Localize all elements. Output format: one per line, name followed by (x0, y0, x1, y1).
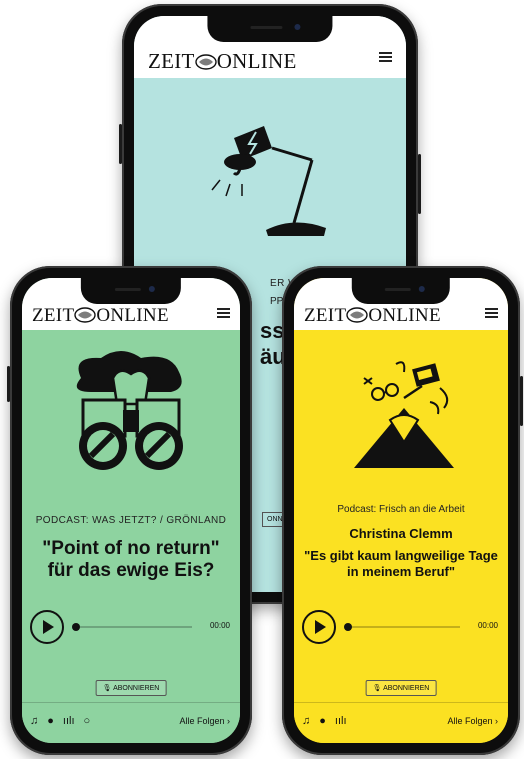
elapsed-time: 00:00 (477, 621, 498, 630)
episode-headline[interactable]: "Es gibt kaum langweilige Tage in meinem… (304, 548, 498, 580)
progress-handle[interactable] (72, 623, 80, 631)
guest-name: Christina Clemm (349, 526, 453, 541)
footer-bar: ♫ ● ıılı Alle Folgen › (294, 702, 508, 743)
spotify-icon[interactable]: ● (47, 715, 54, 727)
spotify-icon[interactable]: ● (319, 715, 326, 727)
desk-items-mountain-illustration (354, 361, 454, 468)
elapsed-time: 00:00 (209, 621, 230, 630)
music-icon[interactable]: ♫ (302, 715, 310, 727)
binoculars-illustration (76, 351, 183, 470)
desk-lamp-illustration (211, 126, 326, 236)
progress-track[interactable] (80, 626, 192, 628)
footer-bar: ♫ ● ıılı ○ Alle Folgen › (22, 702, 240, 743)
subscribe-button[interactable]: 🎙 ABONNIEREN (365, 680, 437, 696)
zeit-online-logo[interactable]: ZEIT ONLINE (32, 305, 169, 327)
podcast-overline: Podcast: Frisch an die Arbeit (337, 504, 465, 515)
podcast-bars-icon[interactable]: ıılı (335, 715, 347, 727)
all-episodes-link[interactable]: Alle Folgen › (447, 716, 498, 726)
zeit-online-logo[interactable]: ZEIT ONLINE (148, 49, 297, 74)
episode-headline[interactable]: "Point of no return" für das ewige Eis? (32, 538, 230, 582)
eagle-seal-icon (346, 307, 369, 323)
play-button[interactable] (30, 610, 64, 644)
screen-left: ZEIT ONLINE PODCAST: WAS JETZT? / GRÖNLAN… (22, 278, 240, 743)
podcast-bars-icon[interactable]: ıılı (63, 715, 75, 727)
music-icon[interactable]: ♫ (30, 715, 38, 727)
hamburger-menu-icon[interactable] (217, 308, 230, 319)
zeit-online-logo[interactable]: ZEIT ONLINE (304, 305, 441, 327)
podcast-overline: PODCAST: WAS JETZT? / GRÖNLAND (35, 515, 227, 526)
progress-track[interactable] (352, 626, 460, 628)
phone-left: ZEIT ONLINE PODCAST: WAS JETZT? / GRÖNLAN… (7, 266, 252, 755)
hamburger-menu-icon[interactable] (485, 308, 498, 319)
eagle-seal-icon (194, 54, 217, 70)
hamburger-menu-icon[interactable] (379, 52, 392, 63)
progress-handle[interactable] (344, 623, 352, 631)
eagle-seal-icon (74, 307, 97, 323)
phone-right: ZEIT ONLINE Podcast: Frisch an die Arbeit… (282, 266, 523, 755)
play-button[interactable] (302, 610, 336, 644)
circle-icon[interactable]: ○ (84, 715, 91, 727)
screen-right: ZEIT ONLINE Podcast: Frisch an die Arbeit… (294, 278, 508, 743)
subscribe-button[interactable]: 🎙 ABONNIEREN (95, 680, 167, 696)
all-episodes-link[interactable]: Alle Folgen › (179, 716, 230, 726)
